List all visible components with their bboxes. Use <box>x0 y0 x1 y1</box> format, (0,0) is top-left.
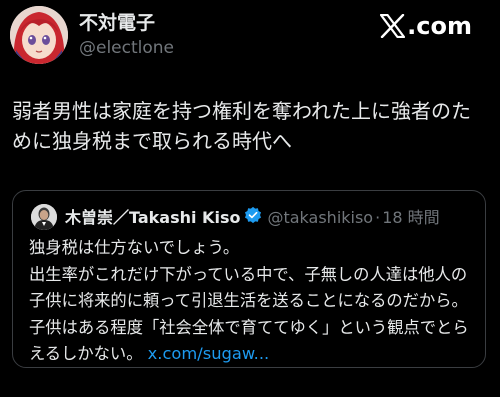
quoted-post-time[interactable]: 18 時間 <box>382 208 439 228</box>
quoted-author-name[interactable]: 木曽崇／Takashi Kiso <box>65 208 240 228</box>
quoted-post[interactable]: 木曽崇／Takashi Kiso @takashikiso · 18 時間 独身… <box>12 190 486 368</box>
verified-badge-icon <box>244 206 262 229</box>
x-logo-icon <box>380 14 406 38</box>
post-body: 弱者男性は家庭を持つ権利を奪われた上に強者のために独身税まで取られる時代へ <box>12 99 471 153</box>
post-card: 不対電子 @electlone .com 弱者男性は家庭を持つ権利を奪われた上に… <box>0 0 500 397</box>
brand-mark[interactable]: .com <box>380 12 472 40</box>
author-handle[interactable]: @electlone <box>79 37 174 59</box>
author-avatar[interactable] <box>10 6 68 64</box>
person-photo-icon <box>31 204 57 230</box>
quoted-post-link[interactable]: x.com/sugaw... <box>148 344 270 363</box>
anime-girl-avatar-icon <box>10 6 68 64</box>
header-separator: · <box>375 207 381 227</box>
quoted-post-header: 木曽崇／Takashi Kiso @takashikiso · 18 時間 <box>65 206 440 229</box>
brand-domain: .com <box>407 12 472 40</box>
author-name[interactable]: 不対電子 <box>79 12 155 34</box>
quoted-author-avatar[interactable] <box>31 204 57 230</box>
quoted-post-body: 独身税は仕方ないでしょう。 出生率がこれだけ下がっている中で、子無しの人達は他人… <box>29 235 477 368</box>
quoted-author-handle[interactable]: @takashikiso <box>267 208 373 228</box>
